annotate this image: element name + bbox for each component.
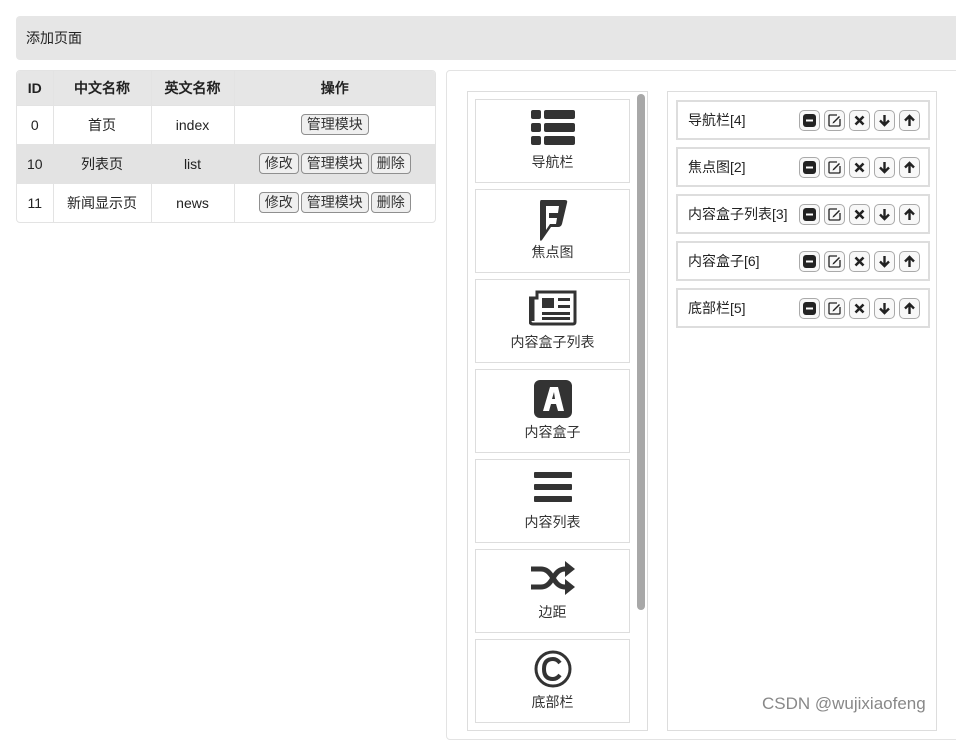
bars-icon [533, 472, 572, 502]
palette-item-margin[interactable]: 边距 [475, 549, 630, 633]
edit-icon[interactable] [824, 250, 845, 272]
minus-square-icon[interactable] [799, 109, 820, 131]
shuffle-icon [530, 561, 575, 595]
edit-icon[interactable] [824, 156, 845, 178]
arrow-up-icon[interactable] [899, 297, 920, 319]
palette-scrollbar[interactable] [637, 94, 645, 610]
close-icon[interactable] [849, 109, 870, 131]
palette-item-label: 底部栏 [531, 694, 574, 710]
edit-icon[interactable] [824, 297, 845, 319]
palette-item-label: 内容列表 [524, 514, 581, 530]
palette-item-label: 导航栏 [531, 154, 574, 170]
minus-square-icon[interactable] [799, 297, 820, 319]
module-name: 焦点图[2] [688, 159, 746, 175]
col-header-en-name: 英文名称 [151, 71, 235, 105]
minus-square-icon[interactable] [799, 156, 820, 178]
palette-item-focus-image[interactable]: 焦点图 [475, 189, 630, 273]
module-item[interactable]: 焦点图[2] [676, 147, 930, 187]
table-row: 0 首页 index 管理模块 [17, 104, 435, 144]
newspaper-icon [528, 290, 576, 326]
cell-id: 10 [17, 143, 54, 183]
cell-id: 11 [17, 182, 54, 222]
manage-modules-button[interactable]: 管理模块 [300, 192, 369, 214]
col-header-id: ID [17, 71, 54, 105]
arrow-up-icon[interactable] [899, 203, 920, 225]
module-name: 底部栏[5] [688, 300, 746, 316]
close-icon[interactable] [849, 297, 870, 319]
arrow-down-icon[interactable] [874, 203, 895, 225]
delete-button[interactable]: 删除 [370, 153, 411, 174]
table-row: 10 列表页 list 修改 管理模块 删除 [17, 143, 435, 183]
close-icon[interactable] [849, 203, 870, 225]
cell-actions: 修改 管理模块 删除 [234, 143, 435, 183]
module-item[interactable]: 内容盒子列表[3] [676, 194, 930, 234]
minus-square-icon[interactable] [799, 250, 820, 272]
cell-en-name: list [151, 143, 235, 183]
close-icon[interactable] [849, 156, 870, 178]
col-header-actions: 操作 [234, 71, 435, 105]
copyright-icon [534, 650, 571, 688]
palette-item-label: 焦点图 [531, 244, 574, 260]
palette-item-content-box[interactable]: 内容盒子 [475, 369, 630, 453]
add-page-label[interactable]: 添加页面 [26, 28, 82, 48]
add-page-bar[interactable]: 添加页面 [16, 16, 956, 60]
arrow-down-icon[interactable] [874, 109, 895, 131]
palette-item-content-box-list[interactable]: 内容盒子列表 [475, 279, 630, 363]
arrow-up-icon[interactable] [899, 250, 920, 272]
page-modules-list: 导航栏[4] 焦点图[2] 内容盒子列表[3] 内容盒子[6] 底部栏[5] [667, 91, 937, 731]
palette-item-label: 边距 [538, 604, 567, 620]
delete-button[interactable]: 删除 [370, 192, 411, 214]
palette-item-content-list[interactable]: 内容列表 [475, 459, 630, 543]
col-header-cn-name: 中文名称 [53, 71, 152, 105]
arrow-up-icon[interactable] [899, 156, 920, 178]
pages-table: ID 中文名称 英文名称 操作 0 首页 index 管理模块 10 列表页 l… [16, 70, 436, 223]
module-palette: 导航栏 焦点图 内容盒子列表 内容盒子 内容列表 边距 底部栏 [467, 91, 648, 731]
manage-modules-button[interactable]: 管理模块 [300, 153, 369, 174]
cell-cn-name: 首页 [53, 104, 152, 144]
font-awesome-a-icon [533, 380, 572, 418]
cell-cn-name: 列表页 [53, 143, 152, 183]
cell-id: 0 [17, 104, 54, 144]
foursquare-icon [539, 200, 567, 241]
module-name: 内容盒子[6] [688, 253, 760, 269]
module-item[interactable]: 底部栏[5] [676, 288, 930, 328]
palette-item-label: 内容盒子 [524, 424, 581, 440]
module-name: 内容盒子列表[3] [688, 206, 788, 222]
module-item[interactable]: 导航栏[4] [676, 100, 930, 140]
cell-actions: 修改 管理模块 删除 [234, 182, 435, 222]
minus-square-icon[interactable] [799, 203, 820, 225]
edit-button[interactable]: 修改 [258, 192, 299, 214]
cell-cn-name: 新闻显示页 [53, 182, 152, 222]
manage-modules-button[interactable]: 管理模块 [300, 114, 369, 135]
watermark: CSDN @wujixiaofeng [762, 694, 926, 713]
arrow-down-icon[interactable] [874, 156, 895, 178]
edit-button[interactable]: 修改 [258, 153, 299, 174]
list-icon [530, 110, 575, 145]
table-row: 11 新闻显示页 news 修改 管理模块 删除 [17, 182, 435, 222]
cell-actions: 管理模块 [234, 104, 435, 144]
arrow-down-icon[interactable] [874, 250, 895, 272]
edit-icon[interactable] [824, 109, 845, 131]
close-icon[interactable] [849, 250, 870, 272]
palette-item-footer[interactable]: 底部栏 [475, 639, 630, 723]
cell-en-name: index [151, 104, 235, 144]
arrow-up-icon[interactable] [899, 109, 920, 131]
module-item[interactable]: 内容盒子[6] [676, 241, 930, 281]
cell-en-name: news [151, 182, 235, 222]
palette-item-label: 内容盒子列表 [510, 334, 595, 350]
module-name: 导航栏[4] [688, 112, 746, 128]
table-header-row: ID 中文名称 英文名称 操作 [17, 71, 435, 105]
edit-icon[interactable] [824, 203, 845, 225]
palette-item-navbar[interactable]: 导航栏 [475, 99, 630, 183]
arrow-down-icon[interactable] [874, 297, 895, 319]
